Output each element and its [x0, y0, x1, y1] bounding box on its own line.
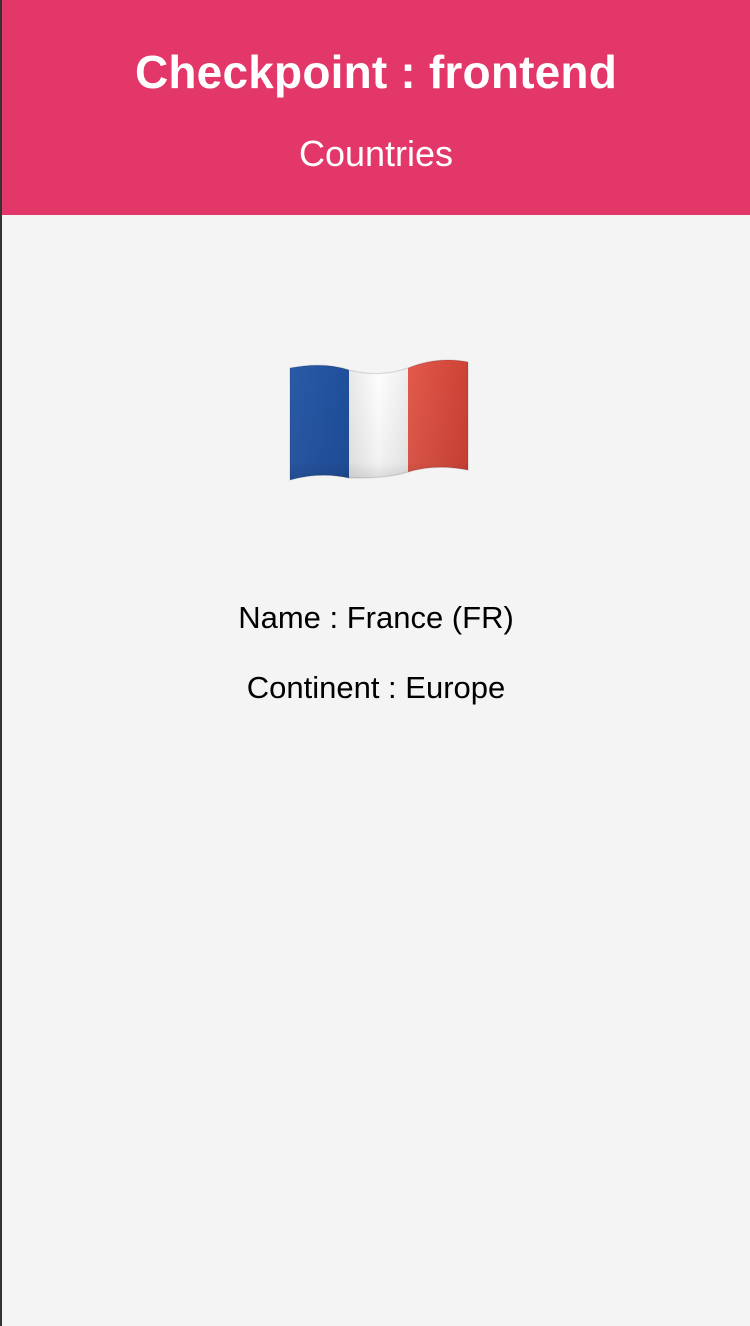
- france-flag-icon: [286, 350, 472, 490]
- countries-link[interactable]: Countries: [2, 130, 750, 178]
- app-header: Checkpoint : frontend Countries: [2, 0, 750, 215]
- country-continent: Continent : Europe: [246, 670, 506, 705]
- app-title: Checkpoint : frontend: [134, 46, 618, 98]
- country-name: Name : France (FR): [238, 600, 514, 635]
- page: Checkpoint : frontend Countries Name: F…: [2, 0, 750, 1326]
